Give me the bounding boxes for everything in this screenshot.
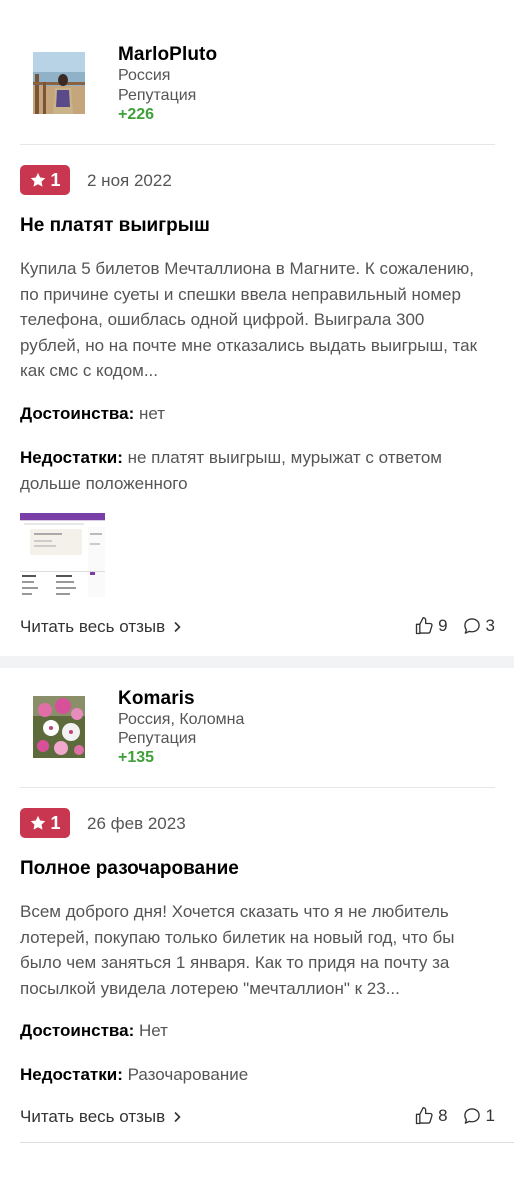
read-more-label[interactable]: Читать весь отзыв	[20, 617, 165, 637]
read-full-review-link[interactable]: Читать весь отзыв	[20, 1107, 182, 1127]
reputation-label: Репутация	[118, 730, 197, 747]
review-pros: Достоинства: нет	[20, 401, 490, 427]
pros-label: Достоинства:	[20, 1021, 135, 1040]
review-stats: 8 1	[414, 1106, 495, 1126]
read-more-label[interactable]: Читать весь отзыв	[20, 1107, 165, 1127]
cons-label: Недостатки:	[20, 448, 123, 467]
cons-label: Недостатки:	[20, 1065, 123, 1084]
chevron-right-icon	[174, 1111, 181, 1123]
avatar[interactable]	[33, 52, 85, 114]
review-photo-thumbnail[interactable]	[20, 513, 105, 597]
review-title[interactable]: Не платят выигрыш	[20, 215, 210, 237]
divider	[20, 144, 495, 145]
rating-value: 1	[50, 169, 61, 190]
comment-count: 3	[485, 616, 495, 635]
like-count: 8	[438, 1106, 448, 1125]
review-text: Всем доброго дня! Хочется сказать что я …	[20, 902, 455, 998]
review-date: 2 ноя 2022	[87, 171, 172, 190]
review-title[interactable]: Полное разочарование	[20, 858, 239, 880]
rating-badge: 1	[20, 808, 70, 838]
comments-button[interactable]: 1	[462, 1106, 495, 1126]
divider	[20, 787, 495, 788]
review-text: Купила 5 билетов Мечталлиона в Магните. …	[20, 259, 478, 380]
review-separator	[0, 656, 514, 668]
review-date: 26 фев 2023	[87, 814, 186, 833]
review-cons: Недостатки: не платят выигрыш, мурыжат с…	[20, 445, 490, 496]
comments-button[interactable]: 3	[462, 616, 495, 636]
review-card: MarloPluto Россия Репутация +226 1 2 ноя…	[0, 0, 514, 656]
avatar[interactable]	[33, 696, 85, 758]
pros-value: нет	[139, 404, 166, 423]
star-icon	[31, 172, 46, 187]
like-count: 9	[438, 616, 448, 635]
review-pros: Достоинства: Нет	[20, 1018, 490, 1044]
comment-icon	[463, 618, 480, 634]
reputation-value: +135	[118, 749, 155, 766]
review-cons: Недостатки: Разочарование	[20, 1062, 490, 1088]
comment-count: 1	[485, 1106, 495, 1125]
chevron-right-icon	[174, 621, 181, 633]
rating-value: 1	[50, 812, 61, 833]
comment-icon	[463, 1108, 480, 1124]
thumbs-up-icon	[415, 1107, 433, 1125]
rating-badge: 1	[20, 165, 70, 195]
reputation-label: Репутация	[118, 87, 197, 104]
divider	[20, 1142, 514, 1143]
thumbs-up-icon	[415, 617, 433, 635]
review-card: Komaris Россия, Коломна Репутация +135 1…	[0, 668, 514, 1200]
pros-value: Нет	[139, 1021, 168, 1040]
author-location: Россия, Коломна	[118, 711, 245, 728]
reputation-value: +226	[118, 106, 155, 123]
cons-value: Разочарование	[127, 1065, 249, 1084]
author-name[interactable]: Komaris	[118, 688, 195, 710]
author-location: Россия	[118, 67, 171, 84]
review-stats: 9 3	[414, 616, 495, 636]
pros-label: Достоинства:	[20, 404, 135, 423]
author-name[interactable]: MarloPluto	[118, 44, 217, 66]
like-button[interactable]: 8	[414, 1106, 448, 1126]
read-full-review-link[interactable]: Читать весь отзыв	[20, 617, 182, 637]
like-button[interactable]: 9	[414, 616, 448, 636]
star-icon	[31, 815, 46, 830]
